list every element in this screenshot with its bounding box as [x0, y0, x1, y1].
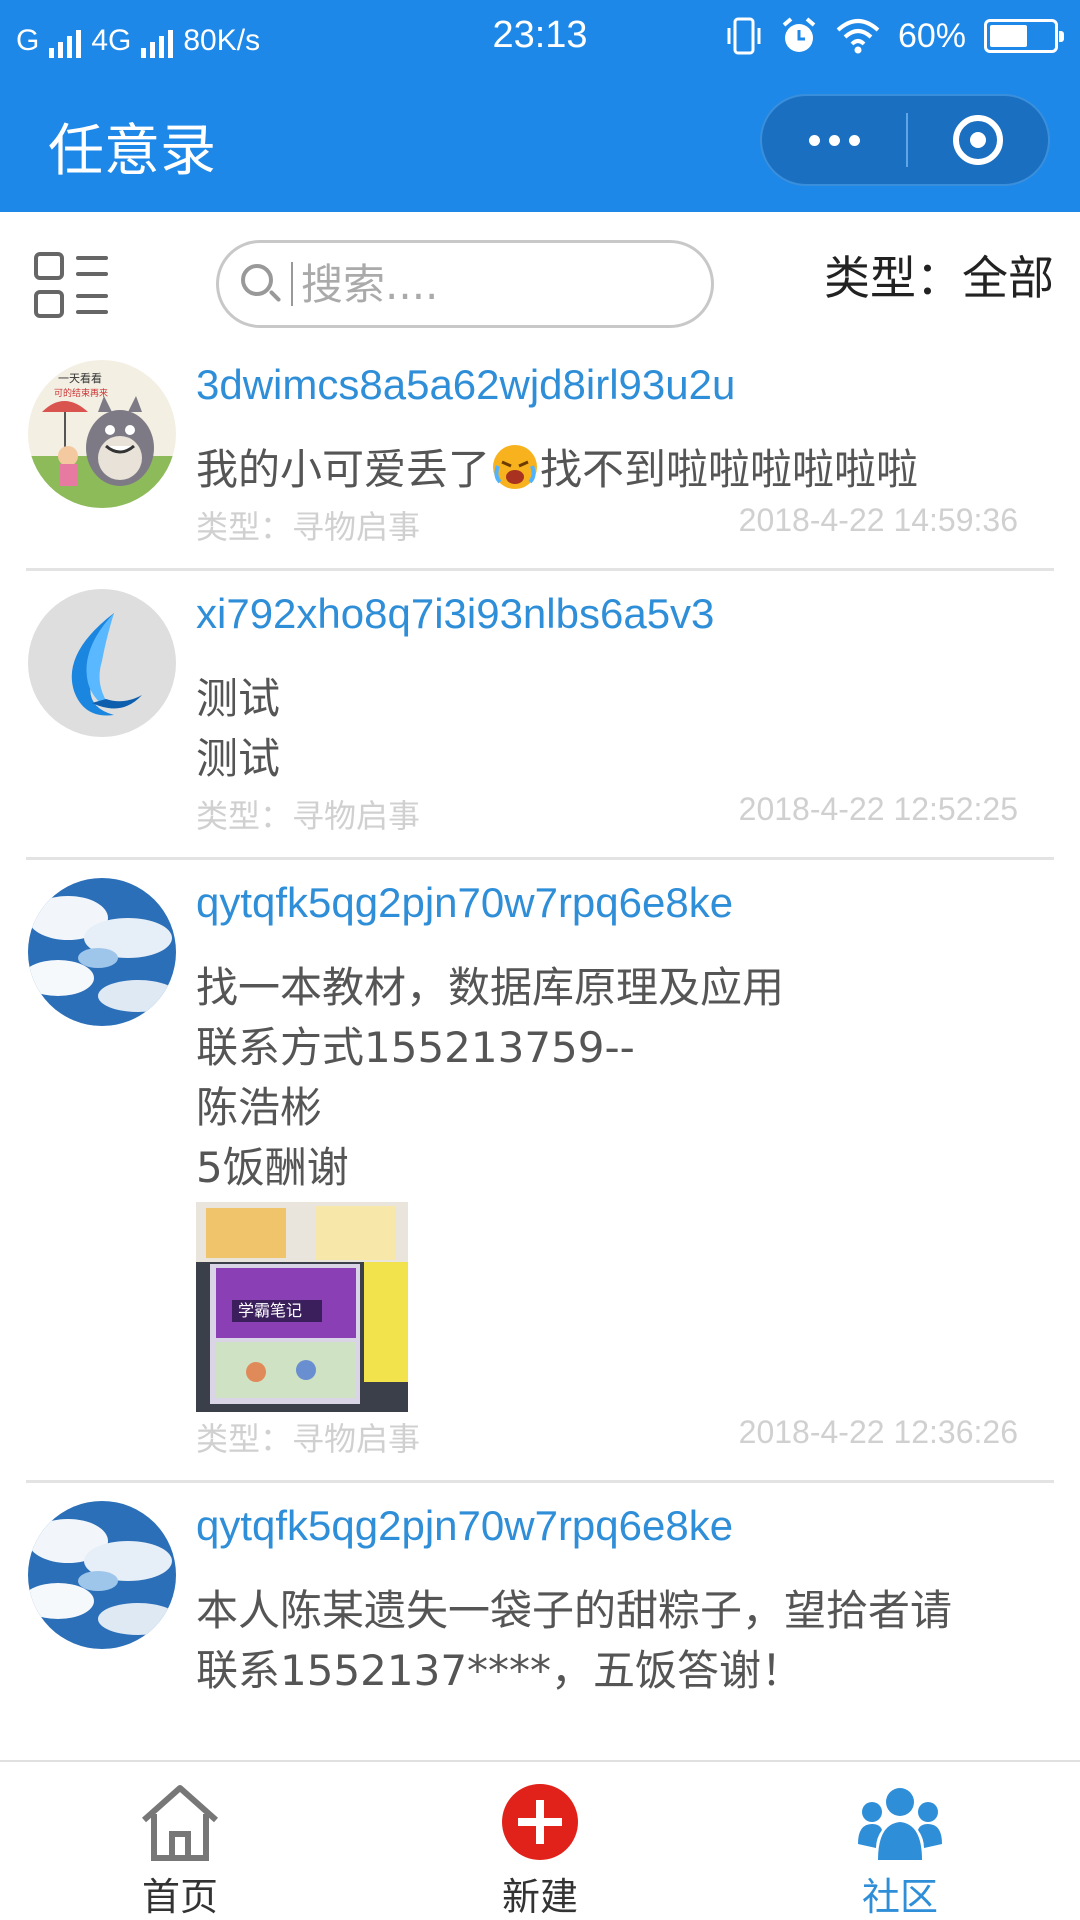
post-content: 找一本教材，数据库原理及应用 联系方式155213759-- 陈浩彬 5饭酬谢: [196, 958, 1044, 1198]
post-time: 2018-4-22 14:59:36: [738, 502, 1018, 538]
more-button[interactable]: [762, 96, 906, 184]
search-icon: [241, 264, 282, 304]
post-username[interactable]: xi792xho8q7i3i93nlbs6a5v3: [196, 587, 1044, 641]
list-icon: [34, 252, 64, 280]
more-dots-icon: [808, 134, 820, 146]
post-username[interactable]: 3dwimcs8a5a62wjd8irl93u2u: [196, 358, 1044, 412]
svg-text:一天看看: 一天看看: [58, 371, 102, 385]
list-item[interactable]: qytqfk5qg2pjn70w7rpq6e8ke 找一本教材，数据库原理及应用…: [26, 860, 1054, 1483]
list-item[interactable]: xi792xho8q7i3i93nlbs6a5v3 测试 测试 类型：寻物启事 …: [26, 571, 1054, 860]
battery-icon: [984, 19, 1064, 53]
page-title: 任意录: [48, 119, 216, 184]
post-content-line: 5饭酬谢: [196, 1143, 349, 1192]
list-menu-button[interactable]: [34, 250, 110, 322]
post-time: 2018-4-22 12:36:26: [738, 1414, 1018, 1450]
search-input[interactable]: [301, 259, 681, 309]
post-content: 我的小可爱丢了 找不到啦啦啦啦啦啦: [196, 440, 1044, 500]
vibrate-icon: [727, 17, 761, 55]
search-box[interactable]: [216, 240, 714, 328]
post-content-line: 测试: [196, 674, 281, 723]
text-caret: [291, 262, 293, 306]
filter-bar: 类型：全部: [0, 212, 1080, 342]
status-bar: G 4G 80K/s 23:13 60%: [0, 0, 1080, 70]
battery-percent: 60%: [897, 16, 966, 55]
post-meta: 类型：寻物启事 2018-4-22 12:52:25: [196, 789, 1044, 835]
home-icon: [142, 1785, 218, 1861]
tab-community[interactable]: 社区: [720, 1762, 1080, 1920]
mini-program-capsule: [760, 94, 1050, 186]
alarm-icon: [782, 17, 816, 52]
community-icon: [858, 1788, 942, 1860]
status-icons: 60%: [726, 14, 1064, 58]
post-time: 2018-4-22 12:52:25: [738, 791, 1018, 827]
post-content-line: 找一本教材，数据库原理及应用: [196, 963, 785, 1012]
wifi-icon: [836, 19, 880, 54]
post-content-line: 我的小可爱丢了: [196, 445, 491, 494]
avatar[interactable]: [28, 1501, 176, 1649]
tab-label: 首页: [141, 1875, 218, 1919]
post-type: 类型：寻物启事: [196, 508, 421, 546]
post-meta: 类型：寻物启事 2018-4-22 14:59:36: [196, 500, 1044, 546]
crying-face-emoji-icon: [493, 445, 538, 489]
tab-home[interactable]: 首页: [0, 1762, 360, 1920]
post-content-line: 陈浩彬: [196, 1083, 323, 1132]
post-list[interactable]: 一天看看 可的结束再来 3dwimcs8a5a62wjd8irl93u2u 我的…: [0, 342, 1080, 1760]
type-filter[interactable]: 类型：全部: [824, 242, 1054, 308]
post-username[interactable]: qytqfk5qg2pjn70w7rpq6e8ke: [196, 1499, 1044, 1553]
list-item[interactable]: qytqfk5qg2pjn70w7rpq6e8ke 本人陈某遗失一袋子的甜粽子，…: [26, 1483, 1054, 1723]
plus-circle-icon: [502, 1784, 578, 1860]
avatar[interactable]: [28, 589, 176, 737]
bottom-tab-bar: 首页 新建 社区: [0, 1760, 1080, 1920]
avatar[interactable]: [28, 878, 176, 1026]
post-image-thumbnail[interactable]: 学霸笔记: [196, 1202, 408, 1412]
svg-text:可的结束再来: 可的结束再来: [54, 387, 108, 399]
post-content: 本人陈某遗失一袋子的甜粽子，望拾者请 联系1552137****，五饭答谢！: [196, 1581, 1044, 1701]
target-icon: [953, 115, 1003, 165]
book-title: 学霸笔记: [238, 1301, 302, 1320]
tab-new[interactable]: 新建: [360, 1762, 720, 1920]
post-username[interactable]: qytqfk5qg2pjn70w7rpq6e8ke: [196, 876, 1044, 930]
post-type: 类型：寻物启事: [196, 797, 421, 835]
post-content: 测试 测试: [196, 669, 1044, 789]
list-item[interactable]: 一天看看 可的结束再来 3dwimcs8a5a62wjd8irl93u2u 我的…: [26, 342, 1054, 571]
tab-label: 社区: [861, 1875, 938, 1919]
post-content-line: 联系1552137****，五饭答谢！: [196, 1646, 804, 1695]
tab-label: 新建: [501, 1875, 578, 1919]
post-content-line: 找不到啦啦啦啦啦啦: [540, 445, 919, 494]
post-content-line: 联系方式155213759--: [196, 1023, 635, 1072]
avatar[interactable]: 一天看看 可的结束再来: [28, 360, 176, 508]
close-miniprogram-button[interactable]: [908, 96, 1048, 184]
post-type: 类型：寻物启事: [196, 1420, 421, 1458]
post-content-line: 本人陈某遗失一袋子的甜粽子，望拾者请: [196, 1586, 953, 1635]
post-meta: 类型：寻物启事 2018-4-22 12:36:26: [196, 1412, 1044, 1458]
title-bar: 任意录: [0, 70, 1080, 212]
post-content-line: 测试: [196, 734, 281, 783]
